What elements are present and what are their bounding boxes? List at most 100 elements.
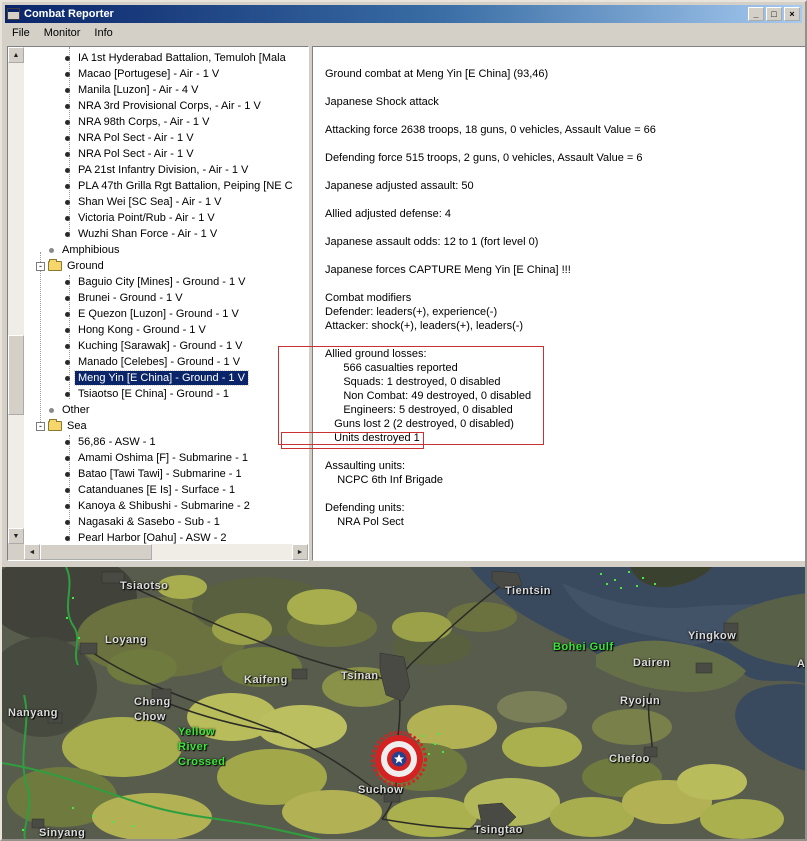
scroll-left-icon[interactable]: ◄	[24, 544, 40, 560]
tree-item[interactable]: Wuzhi Shan Force - Air - 1 V	[25, 226, 308, 242]
report-line	[325, 277, 797, 291]
tree-item[interactable]: Nagasaki & Sasebo - Sub - 1	[25, 514, 308, 530]
tree-item[interactable]: Victoria Point/Rub - Air - 1 V	[25, 210, 308, 226]
scroll-down-icon[interactable]: ▼	[8, 528, 24, 544]
bullet-icon	[65, 471, 70, 477]
scroll-right-icon[interactable]: ►	[292, 544, 308, 560]
report-line: Japanese adjusted assault: 50	[325, 180, 474, 192]
tree-item[interactable]: NRA Pol Sect - Air - 1 V	[25, 130, 308, 146]
tree-vertical-scrollbar[interactable]: ▲ ▼	[8, 47, 24, 544]
tree-item-label: Manado [Celebes] - Ground - 1 V	[78, 356, 241, 368]
tree-item-label: Manila [Luzon] - Air - 4 V	[78, 84, 199, 96]
bullet-icon	[65, 343, 70, 349]
bullet-icon	[65, 327, 70, 333]
report-line: Assaulting units:	[325, 460, 406, 472]
report-line	[325, 445, 797, 459]
tree-item[interactable]: IA 1st Hyderabad Battalion, Temuloh [Mal…	[25, 50, 308, 66]
report-line	[325, 221, 797, 235]
tree-item[interactable]: Manado [Celebes] - Ground - 1 V	[25, 354, 308, 370]
map-label: Suchow	[358, 784, 404, 796]
tree-collapse-icon[interactable]: -	[36, 421, 45, 431]
tree-item-label: Kuching [Sarawak] - Ground - 1 V	[78, 340, 243, 352]
tree-item[interactable]: Amami Oshima [F] - Submarine - 1	[25, 450, 308, 466]
close-button[interactable]: ×	[784, 7, 800, 21]
map[interactable]: Tsiaotso Tientsin Loyang Yingkow Bohei Gulf D…	[2, 567, 805, 839]
tree-item[interactable]: NRA 3rd Provisional Corps, - Air - 1 V	[25, 98, 308, 114]
map-label: Yellow River Crossed	[178, 726, 226, 768]
tree-item[interactable]: Catanduanes [E Is] - Surface - 1	[25, 482, 308, 498]
tree-item[interactable]: Pearl Harbor [Oahu] - ASW - 2	[25, 530, 308, 544]
tree-item-label: PA 21st Infantry Division, - Air - 1 V	[78, 164, 249, 176]
report-line	[325, 487, 797, 501]
tree-item[interactable]: Tsiaotso [E China] - Ground - 1	[25, 386, 308, 402]
report-line: Defender: leaders(+), experience(-)	[325, 306, 498, 318]
report-line: Japanese assault odds: 12 to 1 (fort lev…	[325, 236, 539, 248]
minimize-button[interactable]: _	[748, 7, 764, 21]
map-label: Tsinan	[341, 670, 379, 682]
title-bar[interactable]: Combat Reporter _ □ ×	[5, 5, 802, 23]
menu-item-info[interactable]: Info	[87, 25, 119, 41]
tree-item[interactable]: Kanoya & Shibushi - Submarine - 2	[25, 498, 308, 514]
tree-item-label: Kanoya & Shibushi - Submarine - 2	[78, 500, 250, 512]
bullet-icon	[49, 407, 54, 413]
tree-item[interactable]: NRA Pol Sect - Air - 1 V	[25, 146, 308, 162]
bullet-icon	[65, 487, 70, 493]
report-text: Ground combat at Meng Yin [E China] (93,…	[313, 47, 805, 529]
tree-item[interactable]: 56,86 - ASW - 1	[25, 434, 308, 450]
report-line	[325, 193, 797, 207]
tree-item[interactable]: - Sea	[25, 418, 308, 434]
bullet-icon	[65, 103, 70, 109]
report-line: NRA Pol Sect	[325, 516, 404, 528]
tree-item-label: Macao [Portugese] - Air - 1 V	[78, 68, 220, 80]
tree-item-label: NRA Pol Sect - Air - 1 V	[78, 132, 194, 144]
tree-item[interactable]: Meng Yin [E China] - Ground - 1 V	[25, 370, 308, 386]
tree-item[interactable]: PA 21st Infantry Division, - Air - 1 V	[25, 162, 308, 178]
map-label: Cheng Chow	[134, 696, 171, 723]
bullet-icon	[65, 231, 70, 237]
tree-item-label: Shan Wei [SC Sea] - Air - 1 V	[78, 196, 222, 208]
tree-item-label: Batao [Tawi Tawi] - Submarine - 1	[78, 468, 242, 480]
bullet-icon	[65, 279, 70, 285]
tree-item[interactable]: Brunei - Ground - 1 V	[25, 290, 308, 306]
menu-item-file[interactable]: File	[5, 25, 37, 41]
tree-item[interactable]: Macao [Portugese] - Air - 1 V	[25, 66, 308, 82]
tree-item[interactable]: Shan Wei [SC Sea] - Air - 1 V	[25, 194, 308, 210]
report-line	[325, 109, 797, 123]
tree-collapse-icon[interactable]: -	[36, 261, 45, 271]
bullet-icon	[65, 87, 70, 93]
tree-item[interactable]: NRA 98th Corps, - Air - 1 V	[25, 114, 308, 130]
tree-item-label: IA 1st Hyderabad Battalion, Temuloh [Mal…	[78, 52, 286, 64]
tree-item-label: Baguio City [Mines] - Ground - 1 V	[78, 276, 246, 288]
report-line: Allied adjusted defense: 4	[325, 208, 451, 220]
tree-item[interactable]: Hong Kong - Ground - 1 V	[25, 322, 308, 338]
tree-item-label: Amami Oshima [F] - Submarine - 1	[78, 452, 248, 464]
map-label: Dairen	[633, 657, 671, 669]
report-line	[325, 137, 797, 151]
tree-item[interactable]: E Quezon [Luzon] - Ground - 1 V	[25, 306, 308, 322]
tree-item[interactable]: Batao [Tawi Tawi] - Submarine - 1	[25, 466, 308, 482]
report-line: Combat modifiers	[325, 292, 412, 304]
report-line: Attacking force 2638 troops, 18 guns, 0 …	[325, 124, 656, 136]
report-line	[325, 165, 797, 179]
tree-item[interactable]: PLA 47th Grilla Rgt Battalion, Peiping […	[25, 178, 308, 194]
maximize-button[interactable]: □	[766, 7, 782, 21]
tree: IA 1st Hyderabad Battalion, Temuloh [Mal…	[25, 47, 308, 544]
horizontal-scroll-thumb[interactable]	[40, 544, 152, 560]
tree-item[interactable]: Amphibious	[25, 242, 308, 258]
map-label: Tsingtao	[474, 824, 524, 836]
bullet-icon	[65, 519, 70, 525]
bullet-icon	[65, 71, 70, 77]
scroll-up-icon[interactable]: ▲	[8, 47, 24, 63]
tree-item-label: Catanduanes [E Is] - Surface - 1	[78, 484, 236, 496]
report-line: NCPC 6th Inf Brigade	[325, 474, 443, 486]
tree-item[interactable]: Other	[25, 402, 308, 418]
tree-item[interactable]: Manila [Luzon] - Air - 4 V	[25, 82, 308, 98]
tree-horizontal-scrollbar[interactable]: ◄ ►	[24, 544, 308, 560]
vertical-scroll-thumb[interactable]	[8, 335, 24, 416]
menu-item-monitor[interactable]: Monitor	[37, 25, 88, 41]
folder-icon	[48, 419, 62, 431]
tree-item[interactable]: - Ground	[25, 258, 308, 274]
tree-item[interactable]: Baguio City [Mines] - Ground - 1 V	[25, 274, 308, 290]
tree-item[interactable]: Kuching [Sarawak] - Ground - 1 V	[25, 338, 308, 354]
map-label: Kaifeng	[244, 674, 288, 686]
